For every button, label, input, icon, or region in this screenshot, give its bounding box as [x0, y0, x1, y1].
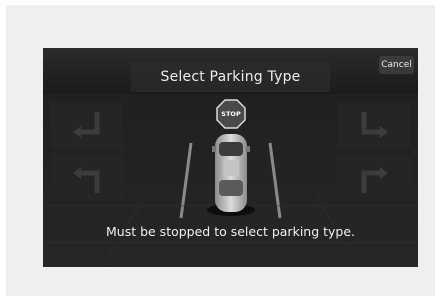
reverse-left-icon[interactable] [67, 104, 107, 150]
reverse-right-icon[interactable] [354, 104, 394, 150]
cancel-button[interactable]: Cancel [379, 56, 414, 74]
figure-frame: Select Parking Type Cancel STOP Must be … [6, 5, 435, 296]
stop-sign-label: STOP [221, 110, 241, 118]
vehicle-icon [212, 134, 250, 212]
page-title: Select Parking Type [160, 69, 301, 85]
forward-left-icon[interactable] [67, 155, 107, 201]
parking-screen: Select Parking Type Cancel STOP Must be … [43, 48, 418, 267]
status-message: Must be stopped to select parking type. [105, 224, 356, 239]
forward-right-icon[interactable] [354, 155, 394, 201]
